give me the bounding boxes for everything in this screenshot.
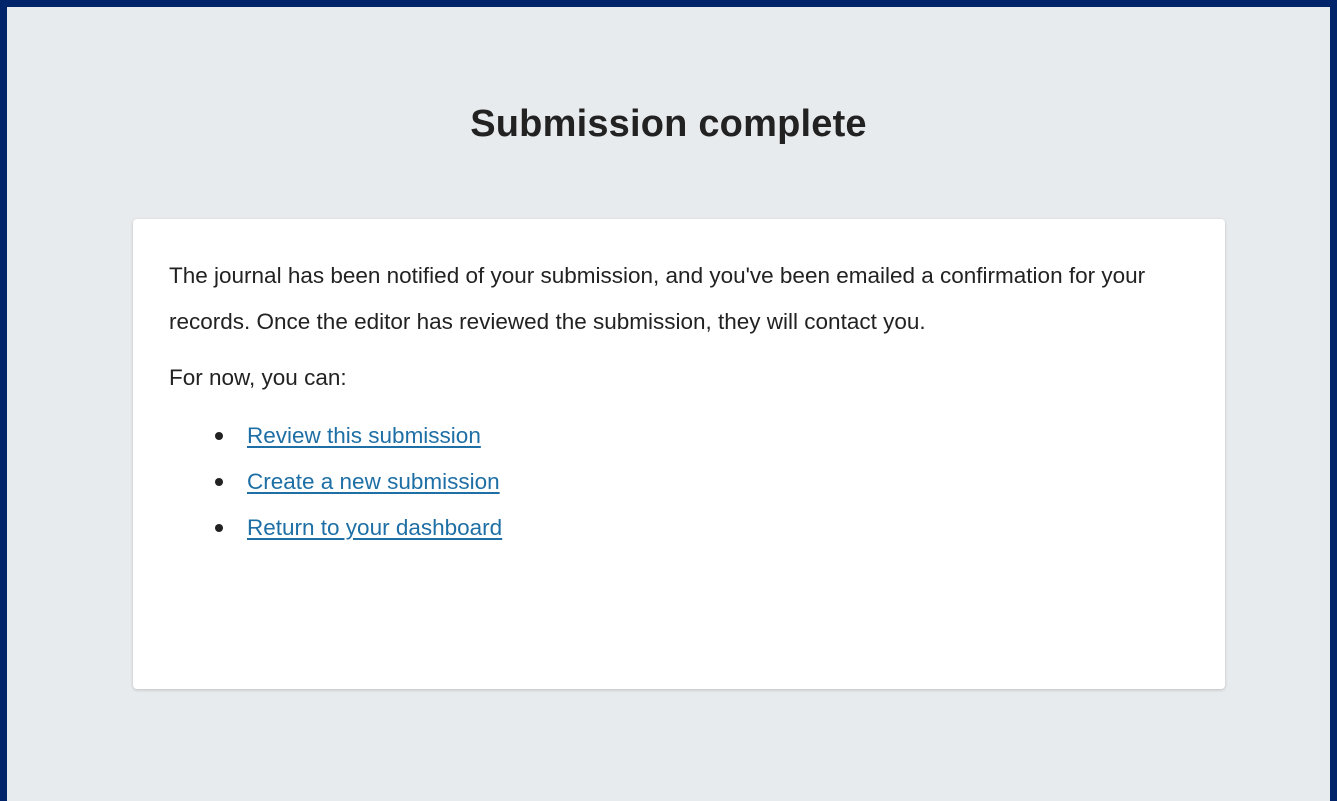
- bullet-icon: [215, 478, 223, 486]
- confirmation-message: The journal has been notified of your su…: [169, 263, 1146, 334]
- page-frame: Submission complete The journal has been…: [0, 0, 1337, 801]
- review-submission-link[interactable]: Review this submission: [247, 423, 481, 448]
- list-item: Return to your dashboard: [215, 505, 1189, 551]
- confirmation-card: The journal has been notified of your su…: [133, 219, 1225, 689]
- new-submission-link[interactable]: Create a new submission: [247, 469, 500, 494]
- list-item: Create a new submission: [215, 459, 1189, 505]
- bullet-icon: [215, 524, 223, 532]
- bullet-icon: [215, 432, 223, 440]
- page-title: Submission complete: [470, 103, 867, 145]
- next-steps-list: Review this submission Create a new subm…: [169, 413, 1189, 551]
- next-steps-prompt: For now, you can:: [169, 365, 347, 390]
- dashboard-link[interactable]: Return to your dashboard: [247, 515, 502, 540]
- list-item: Review this submission: [215, 413, 1189, 459]
